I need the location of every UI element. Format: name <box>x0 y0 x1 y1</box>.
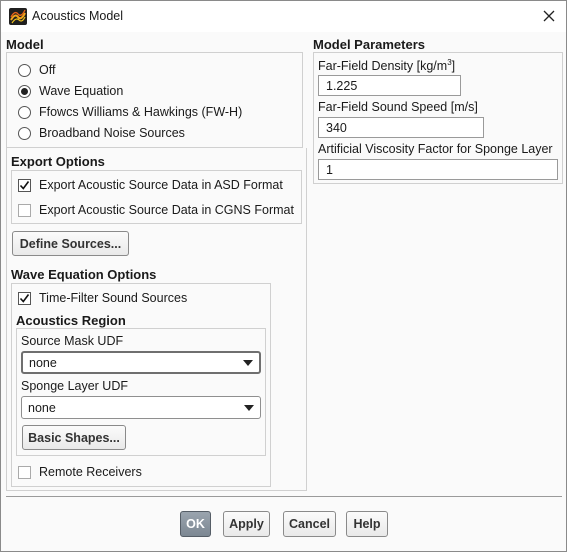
far-field-density-input[interactable]: 1.225 <box>318 75 461 96</box>
radio-button[interactable] <box>18 105 31 119</box>
close-button[interactable] <box>536 4 562 28</box>
density-label-prefix: Far-Field Density [kg/m <box>318 59 448 74</box>
far-field-sound-speed-label: Far-Field Sound Speed [m/s] <box>318 100 478 114</box>
footer-divider <box>6 496 562 497</box>
far-field-sound-speed-input[interactable]: 340 <box>318 117 484 138</box>
model-parameters-heading: Model Parameters <box>313 37 425 52</box>
close-icon <box>543 10 555 22</box>
acoustics-model-dialog: Acoustics Model Model Off Wave Equation … <box>0 0 567 552</box>
radio-button-selected[interactable] <box>18 84 31 98</box>
far-field-density-label: Far-Field Density [kg/m3] <box>318 58 455 73</box>
radio-label: Wave Equation <box>39 84 124 98</box>
left-panel-frame <box>6 148 307 491</box>
artificial-viscosity-label: Artificial Viscosity Factor for Sponge L… <box>318 142 553 156</box>
radio-off[interactable]: Off <box>18 61 55 79</box>
density-label-suffix: ] <box>451 59 456 74</box>
radio-label: Broadband Noise Sources <box>39 126 185 140</box>
radio-button[interactable] <box>18 63 31 77</box>
apply-button[interactable]: Apply <box>223 511 270 537</box>
help-button[interactable]: Help <box>346 511 388 537</box>
radio-broadband[interactable]: Broadband Noise Sources <box>18 124 185 142</box>
cancel-button[interactable]: Cancel <box>283 511 336 537</box>
window-title: Acoustics Model <box>32 9 124 23</box>
radio-label: Off <box>39 63 56 77</box>
radio-button[interactable] <box>18 126 31 140</box>
title-bar: Acoustics Model <box>1 1 566 32</box>
radio-label: Ffowcs Williams & Hawkings (FW-H) <box>39 105 243 119</box>
radio-wave-equation[interactable]: Wave Equation <box>18 82 123 100</box>
artificial-viscosity-input[interactable]: 1 <box>318 159 558 180</box>
acoustics-app-icon <box>9 8 27 25</box>
model-heading: Model <box>6 37 44 52</box>
ok-button[interactable]: OK <box>180 511 211 537</box>
radio-fwh[interactable]: Ffowcs Williams & Hawkings (FW-H) <box>18 103 242 121</box>
